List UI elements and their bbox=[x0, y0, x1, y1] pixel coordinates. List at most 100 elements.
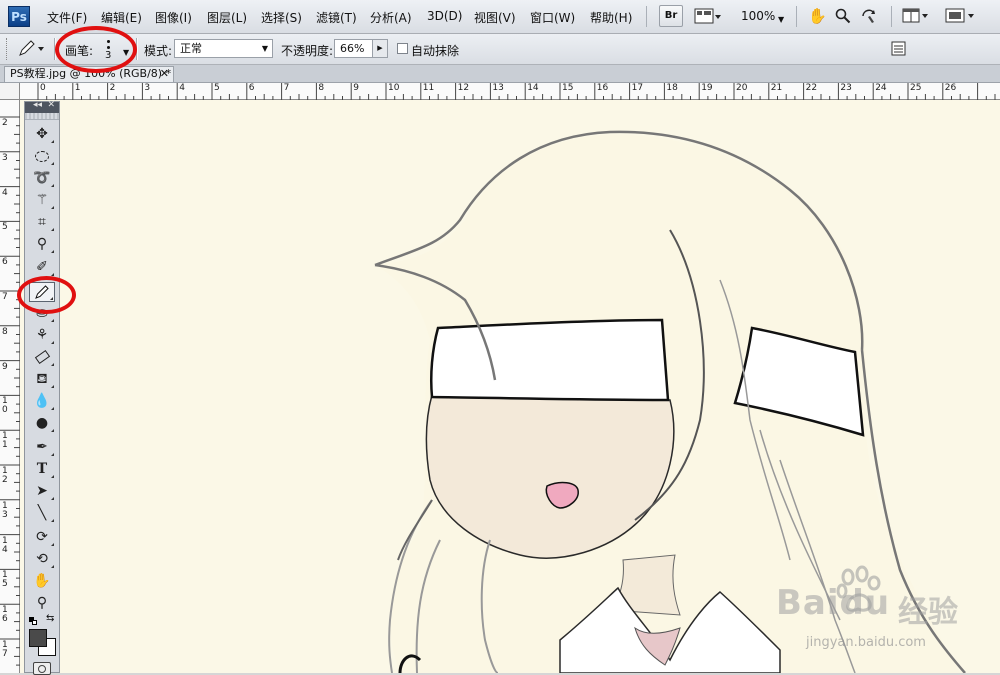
ruler-h-label: 20 bbox=[736, 83, 748, 93]
opacity-input[interactable]: 66% ▶ bbox=[334, 39, 388, 58]
history-brush-tool[interactable]: ⚘ bbox=[29, 325, 55, 345]
menu-layer[interactable]: 图层(L) bbox=[207, 9, 247, 26]
ruler-v-label: 4 bbox=[2, 187, 8, 198]
ruler-v-label: 11 bbox=[2, 431, 8, 451]
auto-erase-label: 自动抹除 bbox=[411, 44, 460, 58]
zoom-level[interactable]: 100% bbox=[741, 9, 775, 23]
lasso-tool[interactable]: ➰ bbox=[29, 168, 55, 188]
eraser-icon bbox=[34, 349, 50, 365]
vertical-ruler[interactable]: 2 3 4 5 6 7 8 9 10 11 12 13 14 15 16 17 bbox=[0, 100, 20, 673]
watermark-url: jingyan.baidu.com bbox=[806, 635, 926, 650]
ruler-h-label: 0 bbox=[40, 83, 46, 93]
collapse-icon[interactable]: ◂◂ bbox=[33, 100, 42, 110]
pen-icon: ✒ bbox=[36, 439, 48, 455]
move-tool[interactable]: ✥ bbox=[29, 124, 55, 144]
menu-analysis[interactable]: 分析(A) bbox=[370, 9, 412, 26]
watermark-title: 经验 bbox=[898, 595, 958, 630]
ruler-v-label: 5 bbox=[2, 222, 8, 233]
pen-tool[interactable]: ✒ bbox=[29, 437, 55, 457]
eraser-tool[interactable] bbox=[29, 347, 55, 367]
ruler-v-label: 12 bbox=[2, 466, 8, 485]
ruler-h-label: 12 bbox=[457, 83, 470, 93]
blur-tool[interactable]: 💧 bbox=[29, 391, 55, 411]
magic-wand-tool[interactable]: ⚚ bbox=[29, 190, 55, 210]
menu-file[interactable]: 文件(F) bbox=[47, 9, 87, 26]
zoom-icon[interactable] bbox=[835, 8, 851, 27]
submenu-corner bbox=[51, 497, 54, 500]
default-colors-icon[interactable] bbox=[29, 617, 38, 625]
3d-rotate-tool[interactable]: ⟳ bbox=[29, 527, 55, 547]
menu-image[interactable]: 图像(I) bbox=[155, 9, 192, 26]
submenu-corner bbox=[51, 319, 54, 322]
panel-toggle-icon[interactable] bbox=[891, 41, 907, 60]
line-tool[interactable]: ╲ bbox=[29, 503, 55, 523]
ruler-v-label: 16 bbox=[2, 605, 8, 625]
dodge-tool[interactable]: ● bbox=[29, 413, 55, 433]
healing-brush-tool[interactable]: ✐ bbox=[29, 257, 55, 277]
photoshop-logo: Ps bbox=[8, 6, 30, 27]
foreground-color-swatch[interactable] bbox=[29, 629, 47, 647]
paint-bucket-icon: ⛾ bbox=[36, 371, 48, 387]
tools-panel-grip[interactable] bbox=[25, 113, 59, 120]
annotation-circle-brush bbox=[55, 26, 137, 73]
document-tab-strip: PS教程.jpg @ 100% (RGB/8) * ✕ bbox=[0, 65, 1000, 83]
ruler-h-label: 13 bbox=[492, 83, 504, 93]
magic-wand-icon: ⚚ bbox=[35, 192, 49, 208]
ruler-origin[interactable] bbox=[0, 83, 20, 100]
mini-bridge-icon[interactable] bbox=[694, 7, 722, 28]
menu-view[interactable]: 视图(V) bbox=[474, 9, 516, 26]
horizontal-ruler[interactable]: 0 1 2 3 4 5 6 7 8 9 10 11 12 13 14 15 16 17 18 19 20 21 22 23 24… bbox=[20, 83, 1000, 100]
ruler-h-label: 22 bbox=[805, 83, 818, 93]
swap-colors-icon[interactable]: ⇆ bbox=[46, 613, 54, 624]
separator bbox=[891, 6, 892, 27]
3d-orbit-tool[interactable]: ⟲ bbox=[29, 549, 55, 569]
ruler-v-label: 8 bbox=[2, 326, 8, 337]
crop-icon: ⌗ bbox=[38, 214, 46, 230]
eyedropper-tool[interactable]: ⚲ bbox=[29, 234, 55, 254]
bandage-icon: ✐ bbox=[36, 259, 48, 275]
pencil-preset-icon[interactable] bbox=[16, 40, 46, 61]
auto-erase-checkbox[interactable] bbox=[397, 43, 408, 54]
menu-edit[interactable]: 编辑(E) bbox=[101, 9, 142, 26]
close-icon[interactable]: ✕ bbox=[47, 100, 55, 110]
paint-bucket-tool[interactable]: ⛾ bbox=[29, 369, 55, 389]
submenu-corner bbox=[51, 519, 54, 522]
menu-window[interactable]: 窗口(W) bbox=[530, 9, 575, 26]
quick-mask-icon[interactable] bbox=[33, 662, 51, 675]
slider-arrow-icon[interactable]: ▶ bbox=[372, 40, 387, 57]
type-icon: T bbox=[36, 461, 48, 477]
ruler-v-label: 7 bbox=[2, 292, 8, 302]
tools-panel-header[interactable]: ◂◂ ✕ bbox=[25, 100, 59, 113]
ruler-h-label: 1 bbox=[74, 83, 81, 93]
hand-tool[interactable]: ✋ bbox=[29, 571, 55, 591]
move-icon: ✥ bbox=[36, 126, 48, 142]
rotate-view-icon[interactable] bbox=[860, 8, 880, 27]
lasso-icon: ➰ bbox=[33, 170, 51, 186]
menu-help[interactable]: 帮助(H) bbox=[590, 9, 632, 26]
menu-filter[interactable]: 滤镜(T) bbox=[316, 9, 357, 26]
mode-select[interactable]: 正常 ▼ bbox=[174, 39, 273, 58]
ruler-v-label: 14 bbox=[2, 535, 8, 555]
menu-select[interactable]: 选择(S) bbox=[261, 9, 302, 26]
zoom-tool[interactable]: ⚲ bbox=[29, 593, 55, 613]
ruler-h-label: 14 bbox=[527, 83, 539, 93]
screen-mode-icon[interactable] bbox=[945, 8, 977, 27]
hand-icon[interactable]: ✋ bbox=[808, 8, 827, 24]
crop-tool[interactable]: ⌗ bbox=[29, 212, 55, 232]
ruler-h-label: 24 bbox=[875, 83, 887, 93]
path-selection-tool[interactable]: ➤ bbox=[29, 481, 55, 501]
ruler-h-label: 7 bbox=[283, 83, 290, 93]
bridge-button[interactable]: Br bbox=[659, 5, 683, 27]
submenu-corner bbox=[51, 429, 54, 432]
options-grip bbox=[6, 38, 11, 60]
submenu-corner bbox=[51, 341, 54, 344]
submenu-corner bbox=[51, 162, 54, 165]
close-icon[interactable]: ✕ bbox=[160, 67, 169, 81]
type-tool[interactable]: T bbox=[29, 459, 55, 479]
chevron-down-icon[interactable]: ▼ bbox=[778, 12, 784, 28]
menu-3d[interactable]: 3D(D) bbox=[427, 9, 462, 23]
arrange-documents-icon[interactable] bbox=[902, 8, 930, 27]
submenu-corner bbox=[51, 363, 54, 366]
marquee-tool[interactable] bbox=[29, 146, 55, 166]
submenu-corner bbox=[51, 228, 54, 231]
